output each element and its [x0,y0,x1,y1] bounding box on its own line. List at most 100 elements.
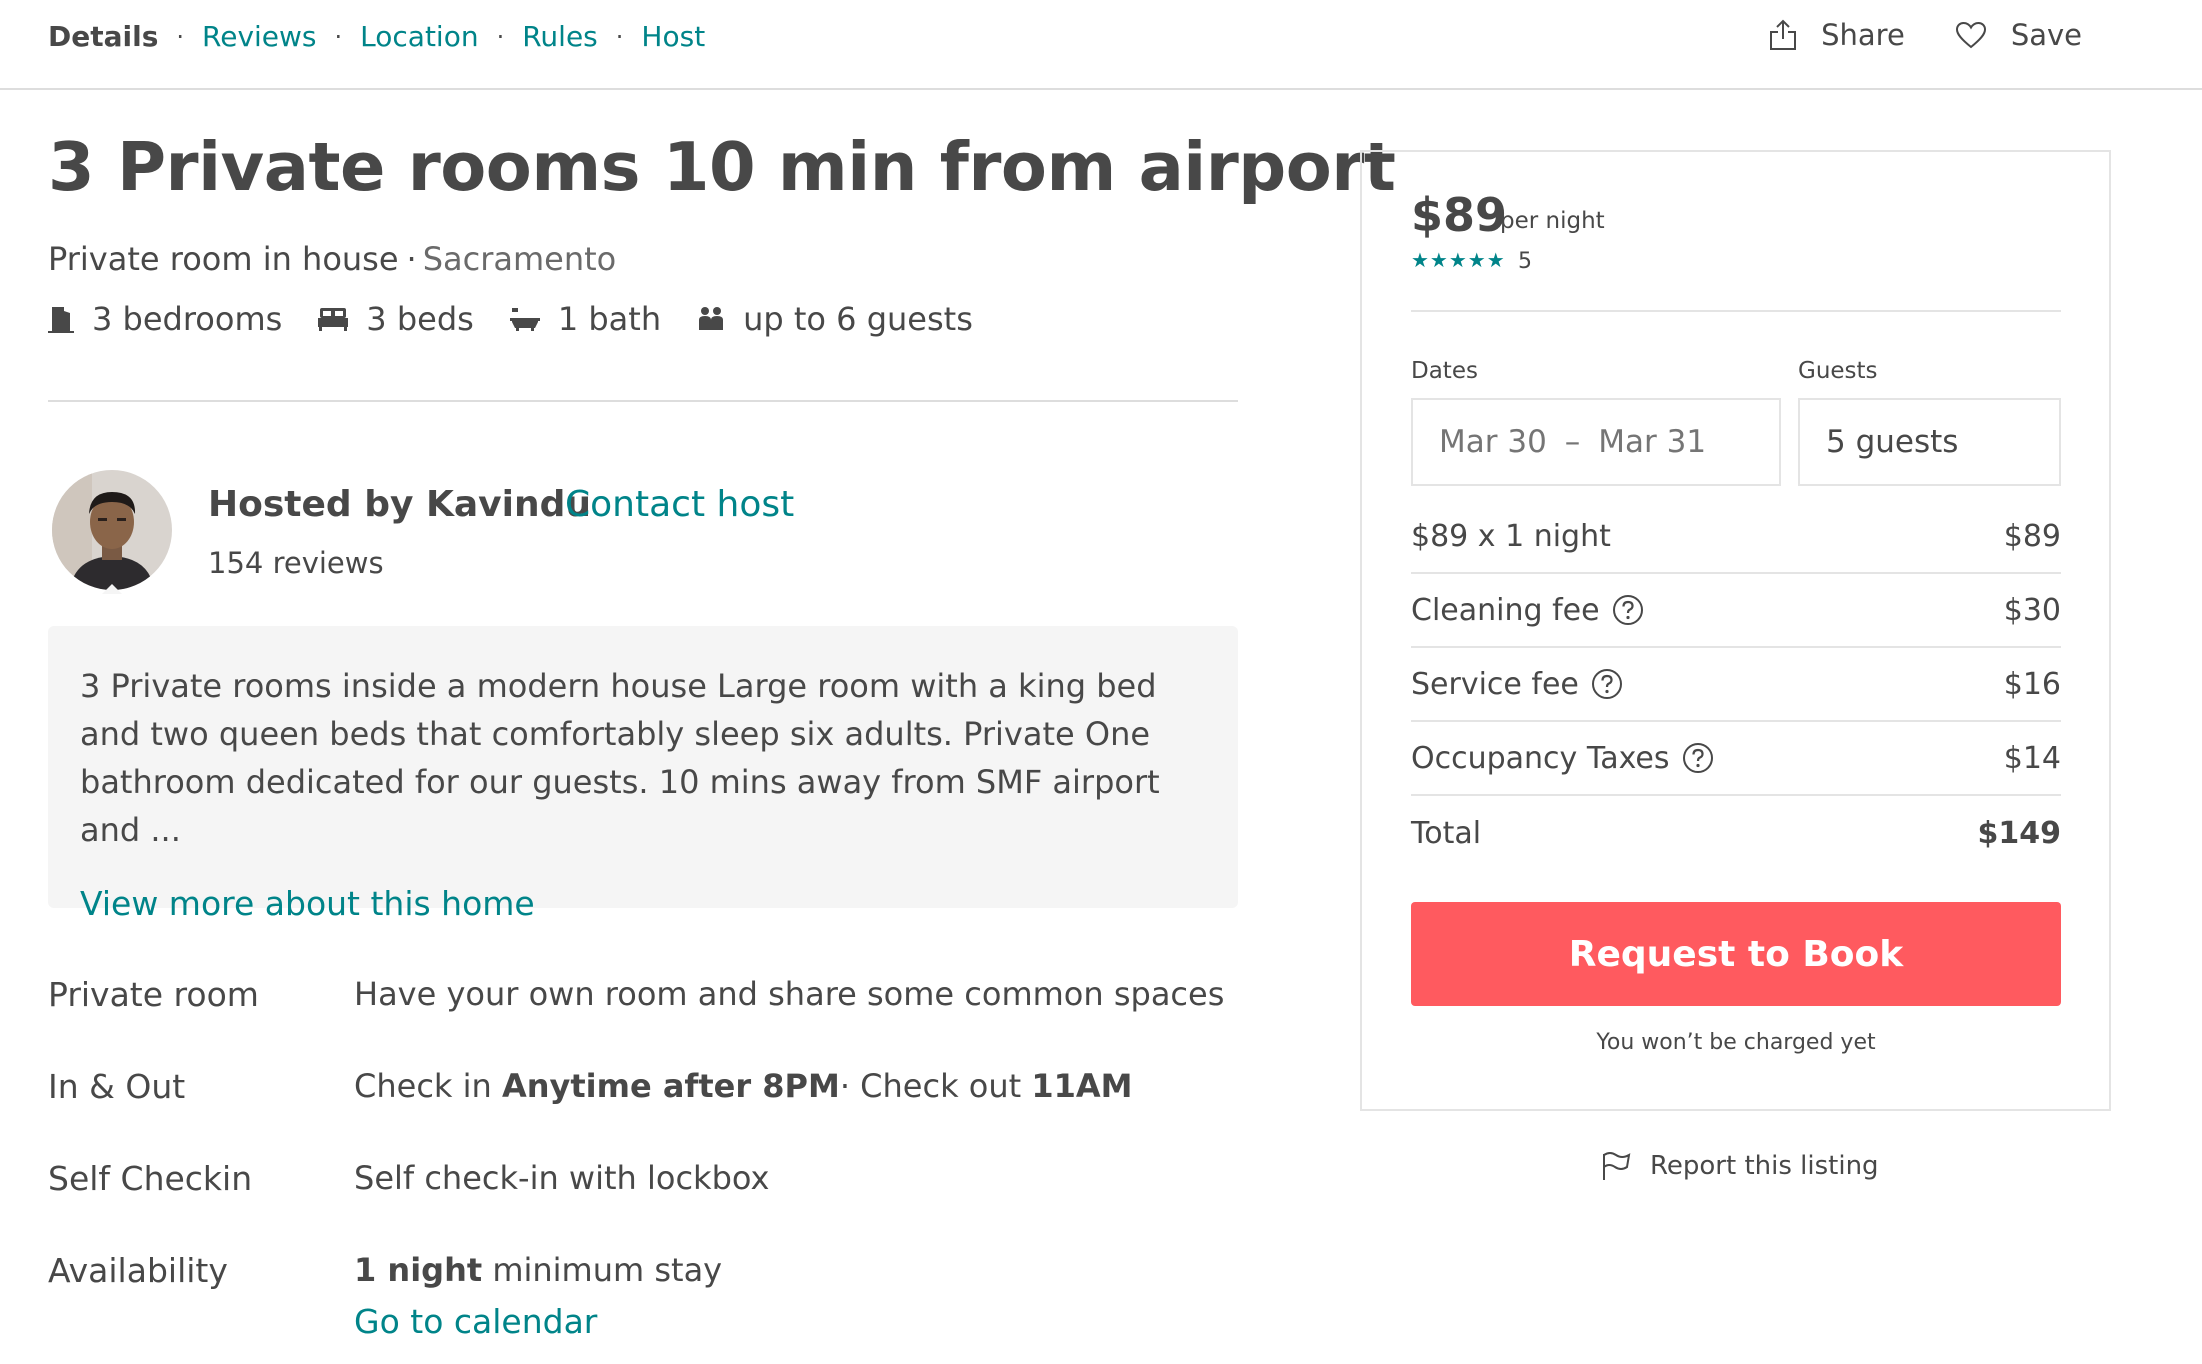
fee-amount: $89 [2003,518,2061,554]
guests-label: up to 6 guests [743,300,973,338]
beds-fact: 3 beds [318,300,474,338]
nav-separator: · [176,22,185,51]
min-nights: 1 night [354,1251,483,1289]
bedrooms-fact: 3 bedrooms [48,300,282,338]
fee-amount: $16 [2003,666,2061,702]
in-out-label: In & Out [48,1067,186,1106]
nav-link-details[interactable]: Details [48,20,158,53]
listing-subtitle: Private room in house · Sacramento [48,240,616,278]
door-icon [48,307,74,333]
dates-label: Dates [1411,358,1478,384]
baths-label: 1 bath [557,300,662,338]
flag-icon [1603,1152,1631,1180]
check-in-time: Anytime after 8PM [501,1067,840,1105]
question-icon[interactable] [1682,742,1714,774]
contact-host-link[interactable]: Contact host [565,484,794,525]
save-label: Save [2010,18,2082,52]
listing-title: 3 Private rooms 10 min from airport [48,128,1396,206]
nav-separator: · [615,22,624,51]
save-button[interactable]: Save [1955,18,2082,52]
fee-amount: $30 [2003,592,2061,628]
report-label: Report this listing [1650,1151,1879,1181]
hosted-by: Hosted by Kavindu [208,484,592,525]
self-checkin-value: Self check-in with lockbox [354,1159,770,1197]
check-in-prefix: Check in [354,1067,492,1105]
fee-label: Cleaning fee [1411,592,1600,628]
guests-input[interactable]: 5 guests [1798,398,2061,486]
total-label: Total [1411,815,1482,851]
check-in-date: Mar 30 [1439,424,1547,460]
fee-label-wrap: Cleaning fee [1411,593,1644,628]
description-pointer [102,584,122,594]
question-icon[interactable] [1591,668,1623,700]
people-icon [699,307,724,330]
check-out-prefix: · Check out [839,1067,1022,1105]
fee-label: Occupancy Taxes [1411,740,1670,776]
city: Sacramento [422,240,617,278]
bathtub-icon [509,308,540,331]
report-listing-link[interactable]: Report this listing [1600,1150,1879,1182]
room-type: Private room in house [48,240,399,278]
per-night-label: per night [1500,208,1605,234]
guests-fact: up to 6 guests [697,300,973,338]
bedrooms-label: 3 bedrooms [92,300,283,338]
description-text: 3 Private rooms inside a modern house La… [80,667,1160,849]
private-room-row: Private room Have your own room and shar… [48,975,1224,1014]
nav-separator: · [496,22,505,51]
go-to-calendar-link[interactable]: Go to calendar [354,1302,597,1341]
nightly-fee-row: $89 x 1 night $89 [1411,500,2061,574]
nav-link-rules[interactable]: Rules [522,20,598,53]
card-divider [1411,310,2061,312]
section-nav: Details · Reviews · Location · Rules · H… [48,20,705,53]
view-more-link[interactable]: View more about this home [80,884,535,923]
min-stay-suffix: minimum stay [492,1251,723,1289]
nav-link-reviews[interactable]: Reviews [202,20,317,53]
check-out-date: Mar 31 [1598,424,1707,460]
fee-label: Service fee [1411,666,1579,702]
private-room-value: Have your own room and share some common… [354,975,1225,1013]
beds-label: 3 beds [366,300,474,338]
bed-icon [318,308,349,331]
availability-value: 1 night minimum stay [354,1251,722,1290]
nav-link-location[interactable]: Location [360,20,478,53]
question-icon[interactable] [1612,594,1644,626]
share-label: Share [1821,18,1905,52]
in-out-value: Check in Anytime after 8PM· Check out 11… [354,1067,1132,1106]
availability-label: Availability [48,1251,228,1290]
nav-actions: Share Save [1769,18,2082,52]
top-nav-bar: Details · Reviews · Location · Rules · H… [0,0,2202,90]
occupancy-taxes-row: Occupancy Taxes $14 [1411,722,2061,796]
heart-icon [1955,21,1986,49]
service-fee-row: Service fee $16 [1411,648,2061,722]
star-rating: ★★★★★ [1411,248,1506,272]
nightly-price: $89 [1411,188,1508,242]
baths-fact: 1 bath [509,300,662,338]
fee-label: $89 x 1 night [1411,518,1611,554]
self-checkin-row: Self Checkin Self check-in with lockbox [48,1159,769,1198]
listing-facts: 3 bedrooms 3 beds 1 bath up to 6 guests [48,300,973,338]
date-range-dash: – [1564,424,1581,460]
total-amount: $149 [1977,815,2062,851]
fee-amount: $14 [2003,740,2061,776]
self-checkin-label: Self Checkin [48,1159,253,1198]
host-avatar[interactable] [52,470,172,590]
guests-label: Guests [1798,358,1878,384]
nav-link-host[interactable]: Host [641,20,705,53]
in-out-row: In & Out Check in Anytime after 8PM· Che… [48,1067,1132,1106]
cleaning-fee-row: Cleaning fee $30 [1411,574,2061,648]
fee-label-wrap: Occupancy Taxes [1411,741,1714,776]
check-out-time: 11AM [1031,1067,1133,1105]
host-photo [52,470,172,590]
private-room-label: Private room [48,975,259,1014]
share-button[interactable]: Share [1769,18,1905,52]
availability-row: Availability 1 night minimum stay [48,1251,722,1290]
total-row: Total $149 [1411,796,2061,870]
rating-count: 5 [1518,249,1532,274]
share-icon [1770,19,1797,50]
request-to-book-button[interactable]: Request to Book [1411,902,2061,1006]
dates-input[interactable]: Mar 30 – Mar 31 [1411,398,1781,486]
charge-note: You won’t be charged yet [1596,1030,1876,1055]
section-divider [48,400,1238,402]
nav-separator: · [334,22,343,51]
fee-label-wrap: Service fee [1411,667,1623,702]
